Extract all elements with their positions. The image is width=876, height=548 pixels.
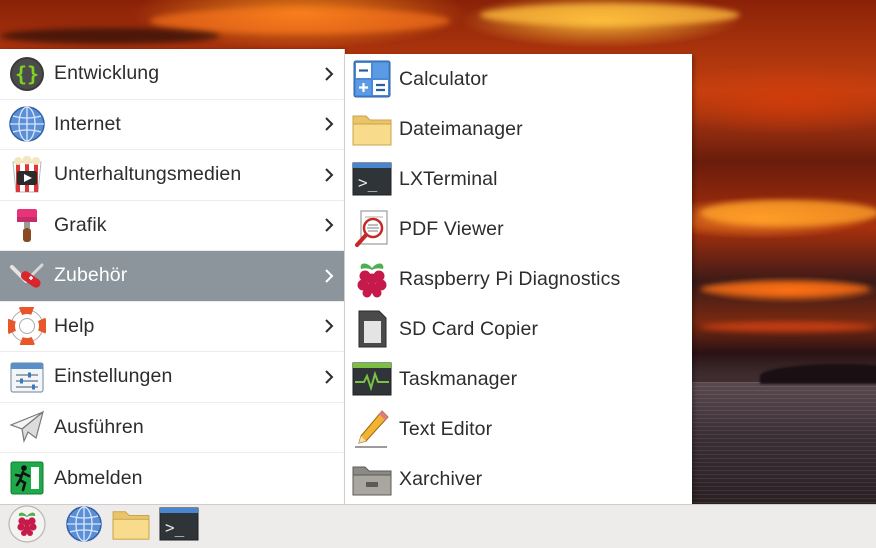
raspberry-icon	[7, 504, 47, 548]
submenu-item-label: Raspberry Pi Diagnostics	[399, 267, 621, 290]
submenu-item-calculator[interactable]: Calculator	[345, 54, 692, 104]
heartbeat-monitor-icon	[351, 358, 393, 400]
menu-item-label: Zubehör	[54, 264, 128, 287]
cloud-streak	[700, 200, 876, 226]
paper-plane-icon	[7, 407, 47, 447]
terminal-icon: >_	[159, 507, 199, 546]
menu-item-label: Einstellungen	[54, 365, 173, 388]
submenu-item-xarchiver[interactable]: Xarchiver	[345, 454, 692, 504]
svg-text:{}: {}	[15, 62, 39, 86]
submenu-item-label: Taskmanager	[399, 367, 518, 390]
sliders-icon	[7, 357, 47, 397]
menu-item-label: Ausführen	[54, 415, 144, 438]
file-manager-launcher[interactable]	[110, 507, 152, 547]
menu-item-label: Grafik	[54, 213, 107, 236]
submenu-item-label: PDF Viewer	[399, 217, 504, 240]
submenu-item-label: SD Card Copier	[399, 317, 539, 340]
sd-card-icon	[351, 308, 393, 350]
submenu-item-label: LXTerminal	[399, 167, 498, 190]
menu-item-abmelden[interactable]: Abmelden	[0, 453, 344, 504]
globe-icon	[7, 104, 47, 144]
menu-item-einstellungen[interactable]: Einstellungen	[0, 352, 344, 403]
archive-box-icon	[351, 458, 393, 500]
menu-item-label: Entwicklung	[54, 62, 160, 85]
cloud-streak	[700, 282, 870, 296]
submenu-item-label: Text Editor	[399, 417, 493, 440]
pdf-magnifier-icon	[351, 208, 393, 250]
menu-item-label: Internet	[54, 112, 121, 135]
chevron-right-icon	[324, 319, 334, 333]
terminal-icon: >_	[351, 158, 393, 200]
chevron-right-icon	[324, 269, 334, 283]
code-braces-icon: {}	[7, 54, 47, 94]
chevron-right-icon	[324, 218, 334, 232]
menu-item-zubehoer[interactable]: Zubehör	[0, 251, 344, 302]
submenu-item-label: Calculator	[399, 67, 488, 90]
chevron-right-icon	[324, 67, 334, 81]
menu-item-label: Help	[54, 314, 95, 337]
folder-icon	[111, 507, 151, 546]
raspberry-menu-button[interactable]	[6, 504, 48, 548]
folder-icon	[351, 108, 393, 150]
menu-item-grafik[interactable]: Grafik	[0, 201, 344, 251]
submenu-item-taskmanager[interactable]: Taskmanager	[345, 354, 692, 404]
chevron-right-icon	[324, 168, 334, 182]
submenu-item-label: Xarchiver	[399, 467, 483, 490]
terminal-launcher[interactable]: >_	[158, 507, 200, 547]
menu-item-internet[interactable]: Internet	[0, 100, 344, 150]
submenu-item-dateimanager[interactable]: Dateimanager	[345, 104, 692, 154]
menu-item-entwicklung[interactable]: {} Entwicklung	[0, 49, 344, 100]
globe-icon	[65, 505, 103, 548]
lifebuoy-icon	[7, 306, 47, 346]
submenu-item-sd-card-copier[interactable]: SD Card Copier	[345, 304, 692, 354]
menu-item-label: Abmelden	[54, 466, 143, 489]
popcorn-play-icon	[7, 155, 47, 195]
submenu-item-raspberry-pi-diagnostics[interactable]: Raspberry Pi Diagnostics	[345, 254, 692, 304]
menu-item-label: Unterhaltungsmedien	[54, 163, 242, 186]
submenu-item-lxterminal[interactable]: >_ LXTerminal	[345, 154, 692, 204]
calculator-icon	[351, 58, 393, 100]
exit-runner-icon	[7, 458, 47, 498]
taskbar: >_	[0, 504, 876, 548]
menu-item-help[interactable]: Help	[0, 302, 344, 352]
chevron-right-icon	[324, 117, 334, 131]
application-menu: {} Entwicklung Internet Unterhaltungsmed…	[0, 49, 345, 504]
submenu-item-label: Dateimanager	[399, 117, 523, 140]
paint-brush-icon	[7, 205, 47, 245]
cloud-streak	[0, 28, 220, 44]
raspberry-icon	[351, 258, 393, 300]
cloud-streak	[700, 322, 876, 332]
menu-item-ausfuehren[interactable]: Ausführen	[0, 403, 344, 453]
chevron-right-icon	[324, 370, 334, 384]
browser-launcher[interactable]	[64, 505, 104, 548]
submenu-item-pdf-viewer[interactable]: PDF Viewer	[345, 204, 692, 254]
cloud-streak	[480, 4, 740, 26]
menu-item-unterhaltungsmedien[interactable]: Unterhaltungsmedien	[0, 150, 344, 201]
svg-text:>_: >_	[358, 173, 378, 192]
svg-text:>_: >_	[165, 518, 185, 537]
pencil-icon	[351, 408, 393, 450]
swiss-knife-icon	[7, 256, 47, 296]
submenu-item-text-editor[interactable]: Text Editor	[345, 404, 692, 454]
island	[760, 364, 876, 384]
accessories-submenu: Calculator Dateimanager >_ LXTerminal PD…	[345, 54, 692, 504]
